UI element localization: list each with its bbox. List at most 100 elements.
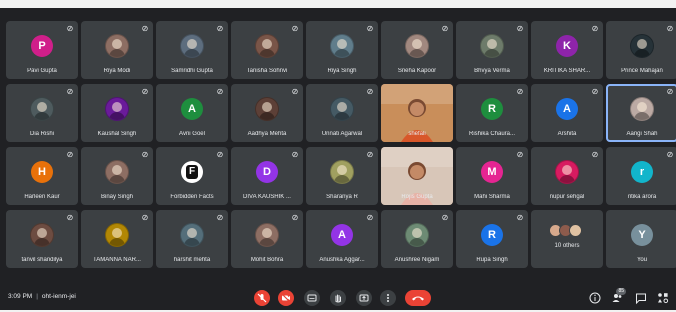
participant-name: Binay Singh [100, 194, 134, 200]
participant-tile[interactable]: ⊘ Aangi Shah [606, 84, 676, 142]
participant-tile[interactable]: ⊘ Tanisha Sohnvi [231, 21, 303, 79]
participant-tile[interactable]: ⊘ Samridhi Gupta [156, 21, 228, 79]
avatar [255, 34, 279, 58]
avatar: R [481, 98, 503, 120]
mic-muted-icon: ⊘ [366, 24, 374, 33]
mic-muted-icon: ⊘ [291, 150, 299, 159]
mic-muted-icon: ⊘ [441, 213, 449, 222]
participant-count-badge: 85 [616, 288, 626, 295]
mic-muted-icon: ⊘ [591, 87, 599, 96]
participant-name: nupur sehgal [549, 194, 585, 200]
present-button[interactable] [356, 290, 372, 306]
bottom-bar: 3:09 PM | oht-ienm-jei 85 [0, 287, 676, 310]
mic-muted-icon: ⊘ [66, 87, 74, 96]
avatar [630, 97, 654, 121]
avatar: A [181, 98, 203, 120]
participant-tile[interactable]: ⊘ Anushree Nigam [381, 210, 453, 268]
camera-toggle-button[interactable] [278, 290, 294, 306]
avatar: A [331, 224, 353, 246]
participant-name: Sneha Kapoor [397, 68, 437, 74]
participant-name: Rojis Gupta [401, 194, 433, 200]
chat-button[interactable] [634, 291, 648, 305]
meeting-details[interactable]: 3:09 PM | oht-ienm-jei [8, 293, 76, 300]
avatar [405, 34, 429, 58]
participant-tile[interactable]: Rojis Gupta [381, 147, 453, 205]
participant-name: Pavi Gupta [27, 68, 57, 74]
mic-muted-icon: ⊘ [216, 24, 224, 33]
participant-tile[interactable]: F ⊘ Forbidden Facts [156, 147, 228, 205]
participant-name: Sharanya R [326, 194, 358, 200]
participant-name: harshit mehta [173, 257, 211, 263]
hand-icon [335, 294, 342, 303]
participant-tile[interactable]: ⊘ Riya Modi [81, 21, 153, 79]
participant-name: Samridhi Gupta [171, 68, 213, 74]
participant-name: shefali [408, 131, 426, 137]
participant-tile[interactable]: ⊘ Dia Rishi [6, 84, 78, 142]
mic-muted-icon: ⊘ [366, 87, 374, 96]
mic-muted-icon: ⊘ [516, 213, 524, 222]
avatar [180, 223, 204, 247]
participant-name: Kaushal Singh [97, 131, 137, 137]
current-time: 3:09 PM [8, 293, 33, 300]
raise-hand-button[interactable] [330, 290, 346, 306]
meeting-info-button[interactable] [588, 291, 602, 305]
participant-tile[interactable]: Y You [606, 210, 676, 268]
participant-tile[interactable]: ⊘ nupur sehgal [531, 147, 603, 205]
participant-name: TAMANNA NAR... [93, 257, 141, 263]
participant-tile[interactable]: ⊘ Bhvya Verma [456, 21, 528, 79]
participant-tile[interactable]: ⊘ Mohit Bohra [231, 210, 303, 268]
people-button[interactable]: 85 [610, 288, 626, 305]
mic-muted-icon: ⊘ [141, 24, 149, 33]
mic-muted-icon: ⊘ [666, 87, 674, 96]
participant-tile[interactable]: D ⊘ DIVA KAUSHIK ... [231, 147, 303, 205]
participant-tile[interactable]: ⊘ Sharanya R [306, 147, 378, 205]
mic-muted-icon: ⊘ [591, 150, 599, 159]
captions-button[interactable] [304, 290, 320, 306]
participant-name: Anushree Nigam [394, 257, 440, 263]
leave-call-button[interactable] [405, 290, 431, 306]
avatar [180, 34, 204, 58]
avatar [405, 223, 429, 247]
participant-tile[interactable]: ⊘ tanvil shandilya [6, 210, 78, 268]
avatar: M [481, 161, 503, 183]
participant-grid: P ⊘ Pavi Gupta ⊘ Riya Modi ⊘ Samridhi Gupta ⊘ Ta… [6, 21, 676, 268]
participant-name: Forbidden Facts [170, 194, 214, 200]
participant-tile[interactable]: ⊘ Binay Singh [81, 147, 153, 205]
participant-tile[interactable]: R ⊘ Rishika Chaura... [456, 84, 528, 142]
activities-icon [658, 293, 669, 304]
participant-tile[interactable]: ⊘ Sneha Kapoor [381, 21, 453, 79]
avatar: r [631, 161, 653, 183]
participant-tile[interactable]: ⊘ Riya Singh [306, 21, 378, 79]
avatar: P [31, 35, 53, 57]
chat-icon [636, 293, 646, 305]
participant-tile[interactable]: ⊘ Unnati Agarwal [306, 84, 378, 142]
avatar: K [556, 35, 578, 57]
participant-tile[interactable]: P ⊘ Pavi Gupta [6, 21, 78, 79]
participant-tile[interactable]: ⊘ harshit mehta [156, 210, 228, 268]
participant-tile[interactable]: A ⊘ Avni Goel [156, 84, 228, 142]
participant-tile[interactable]: shefali [381, 84, 453, 142]
participant-tile[interactable]: 10 others [531, 210, 603, 268]
participant-tile[interactable]: ⊘ Prince Mahajan [606, 21, 676, 79]
participant-tile[interactable]: R ⊘ Rupa Singh [456, 210, 528, 268]
participant-tile[interactable]: A ⊘ Arshita [531, 84, 603, 142]
avatar [105, 34, 129, 58]
camera-off-icon [281, 293, 291, 303]
participant-tile[interactable]: ⊘ Kaushal Singh [81, 84, 153, 142]
participant-tile[interactable]: H ⊘ Harleen Kaur [6, 147, 78, 205]
participant-tile[interactable]: r ⊘ ritika arora [606, 147, 676, 205]
more-options-button[interactable] [380, 290, 396, 306]
mic-muted-icon: ⊘ [141, 87, 149, 96]
participant-tile[interactable]: ⊘ Aadhya Mehta [231, 84, 303, 142]
mic-muted-icon: ⊘ [591, 24, 599, 33]
activities-button[interactable] [656, 291, 670, 305]
mic-muted-icon: ⊘ [216, 150, 224, 159]
mic-muted-icon: ⊘ [441, 24, 449, 33]
mic-toggle-button[interactable] [254, 290, 270, 306]
mic-muted-icon: ⊘ [141, 213, 149, 222]
participant-tile[interactable]: ⊘ TAMANNA NAR... [81, 210, 153, 268]
participant-tile[interactable]: A ⊘ Anushka Aggar... [306, 210, 378, 268]
participant-tile[interactable]: M ⊘ Mahi Sharma [456, 147, 528, 205]
participant-tile[interactable]: K ⊘ KRITIKA SHAR... [531, 21, 603, 79]
info-icon [589, 292, 601, 304]
